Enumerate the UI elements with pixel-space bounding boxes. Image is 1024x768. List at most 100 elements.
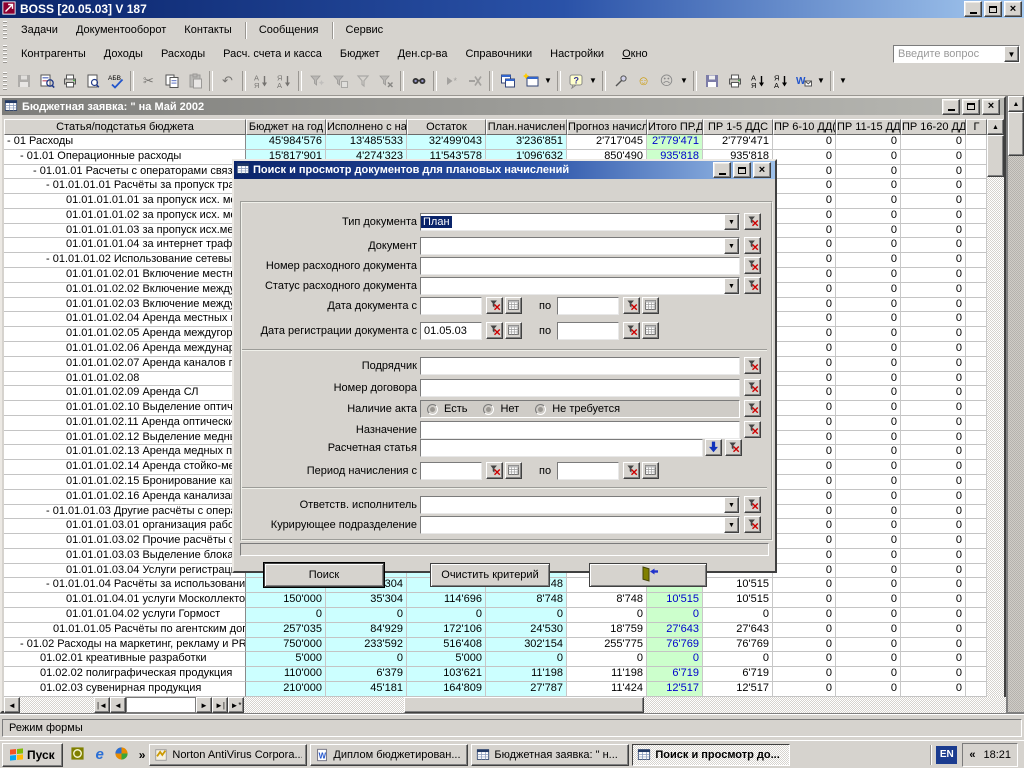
menu-item[interactable]: Документооборот <box>67 20 175 40</box>
quick-launch-1-button[interactable] <box>69 746 87 764</box>
language-indicator[interactable]: EN <box>936 746 957 764</box>
filter-form-button[interactable] <box>328 70 351 92</box>
budget-item-cell[interactable]: 01.01.01.05 Расчёты по агентским дог <box>4 623 246 638</box>
value-cell[interactable]: 0 <box>901 150 966 165</box>
table-row[interactable]: 01.02.02 полиграфическая продукция110'00… <box>4 667 987 682</box>
budget-item-cell[interactable]: - 01.02 Расходы на маркетинг, рекламу и … <box>4 638 246 653</box>
dialog-minimize-button[interactable] <box>713 162 731 178</box>
dialog-maximize-button[interactable] <box>733 162 751 178</box>
value-cell[interactable]: 0 <box>836 475 901 490</box>
value-cell[interactable]: 0 <box>773 593 836 608</box>
print-preview-button[interactable] <box>81 70 104 92</box>
value-cell[interactable]: 0 <box>836 638 901 653</box>
radio-button[interactable] <box>535 404 546 415</box>
budget-item-cell[interactable]: 01.01.01.02.01 Включение местн <box>4 268 246 283</box>
horizontal-scrollbar-thumb[interactable] <box>404 697 644 713</box>
question-combobox[interactable]: Введите вопрос ▼ <box>893 45 1020 63</box>
help-button[interactable]: ? <box>564 70 587 92</box>
menu-item[interactable]: Контрагенты <box>12 44 95 64</box>
value-cell[interactable]: 0 <box>703 652 773 667</box>
find-button[interactable] <box>407 70 430 92</box>
value-cell[interactable]: 0 <box>773 534 836 549</box>
value-cell[interactable]: 2'779'471 <box>647 135 703 150</box>
value-cell[interactable]: 0 <box>901 416 966 431</box>
filter-wizard-button[interactable] <box>305 70 328 92</box>
prev-record-icon[interactable]: ◄ <box>110 697 126 713</box>
value-cell[interactable]: 0 <box>773 445 836 460</box>
value-cell[interactable]: 0 <box>901 209 966 224</box>
column-header[interactable]: Остаток <box>407 119 486 135</box>
value-cell[interactable]: 5'000 <box>246 652 326 667</box>
filter-remove-button[interactable] <box>374 70 397 92</box>
value-cell[interactable]: 13'485'533 <box>326 135 407 150</box>
chevron-down-icon[interactable]: ▼ <box>724 517 739 533</box>
paste-button[interactable] <box>183 70 206 92</box>
value-cell[interactable]: 0 <box>486 608 567 623</box>
budget-item-cell[interactable]: 01.01.01.02.11 Аренда оптических <box>4 416 246 431</box>
dialog-close-button[interactable]: × <box>753 162 771 178</box>
value-cell[interactable]: 0 <box>836 268 901 283</box>
value-cell[interactable]: 0 <box>773 490 836 505</box>
cut-button[interactable]: ✂ <box>137 70 160 92</box>
value-cell[interactable]: 0 <box>836 564 901 579</box>
chevron-down-icon[interactable]: ▼ <box>724 214 739 230</box>
value-cell[interactable]: 0 <box>773 135 836 150</box>
next-record-icon[interactable]: ► <box>196 697 212 713</box>
value-cell[interactable]: 10'515 <box>647 593 703 608</box>
value-cell[interactable]: 0 <box>836 549 901 564</box>
dropdown-button[interactable]: ▼ <box>837 70 849 92</box>
value-cell[interactable]: 0 <box>773 638 836 653</box>
value-cell[interactable]: 12'517 <box>703 682 773 697</box>
budget-item-cell[interactable]: 01.01.01.01.01 за пропуск исх. ме <box>4 194 246 209</box>
table-row[interactable]: - 01 Расходы45'984'57613'485'53332'499'0… <box>4 135 987 150</box>
value-cell[interactable]: 0 <box>773 342 836 357</box>
text-field[interactable] <box>420 357 740 375</box>
radio-button[interactable] <box>483 404 494 415</box>
record-number-box[interactable] <box>126 697 196 713</box>
value-cell[interactable]: 0 <box>901 667 966 682</box>
clear-field-button[interactable] <box>744 357 761 374</box>
column-header[interactable]: Исполнено с нач <box>326 119 407 135</box>
value-cell[interactable]: 0 <box>901 652 966 667</box>
start-button[interactable]: Пуск <box>2 743 63 767</box>
budget-item-cell[interactable]: 01.01.01.02.02 Включение междуг <box>4 283 246 298</box>
menu-item[interactable]: Окно <box>613 44 657 64</box>
new-record-icon[interactable]: ►* <box>228 697 244 713</box>
budget-item-cell[interactable]: - 01 Расходы <box>4 135 246 150</box>
toolbar-grip[interactable] <box>3 45 7 63</box>
value-cell[interactable]: 0 <box>773 238 836 253</box>
budget-item-cell[interactable]: - 01.01.01.02 Использование сетевых <box>4 253 246 268</box>
search-button[interactable]: Поиск <box>264 563 384 587</box>
value-cell[interactable]: 110'000 <box>246 667 326 682</box>
undo-button[interactable]: ↶ <box>216 70 239 92</box>
value-cell[interactable]: 11'198 <box>567 667 647 682</box>
scrollbar-thumb[interactable] <box>1008 112 1024 156</box>
value-cell[interactable]: 0 <box>773 386 836 401</box>
budget-item-cell[interactable]: 01.01.01.02.12 Выделение медных <box>4 431 246 446</box>
value-cell[interactable]: 255'775 <box>567 638 647 653</box>
value-cell[interactable]: 0 <box>773 416 836 431</box>
sort-desc-button[interactable]: ЯА <box>769 70 792 92</box>
value-cell[interactable]: 0 <box>246 608 326 623</box>
budget-item-cell[interactable]: 01.02.03 сувенирная продукция <box>4 682 246 697</box>
scroll-up-icon[interactable]: ▲ <box>1008 96 1024 112</box>
chevron-down-icon[interactable]: ▼ <box>1004 46 1019 62</box>
word-export-button[interactable]: W <box>792 70 815 92</box>
taskbar-task-button[interactable]: Поиск и просмотр до... <box>632 744 790 766</box>
value-cell[interactable]: 0 <box>647 608 703 623</box>
value-cell[interactable]: 0 <box>901 179 966 194</box>
value-cell[interactable]: 0 <box>901 578 966 593</box>
text-field[interactable] <box>557 462 619 480</box>
value-cell[interactable]: 0 <box>773 667 836 682</box>
table-row[interactable]: 01.02.01 креативные разработки5'00005'00… <box>4 652 987 667</box>
value-cell[interactable]: 750'000 <box>246 638 326 653</box>
value-cell[interactable]: 11'424 <box>567 682 647 697</box>
value-cell[interactable]: 0 <box>326 652 407 667</box>
budget-item-cell[interactable]: 01.01.01.03.04 Услуги регистрации <box>4 564 246 579</box>
value-cell[interactable]: 0 <box>836 490 901 505</box>
text-field[interactable] <box>557 322 619 340</box>
clear-field-button[interactable] <box>744 516 761 533</box>
ie-button[interactable]: e <box>91 746 109 764</box>
budget-item-cell[interactable]: 01.01.01.02.14 Аренда стойко-мес <box>4 460 246 475</box>
menu-item[interactable]: Ден.ср-ва <box>389 44 457 64</box>
